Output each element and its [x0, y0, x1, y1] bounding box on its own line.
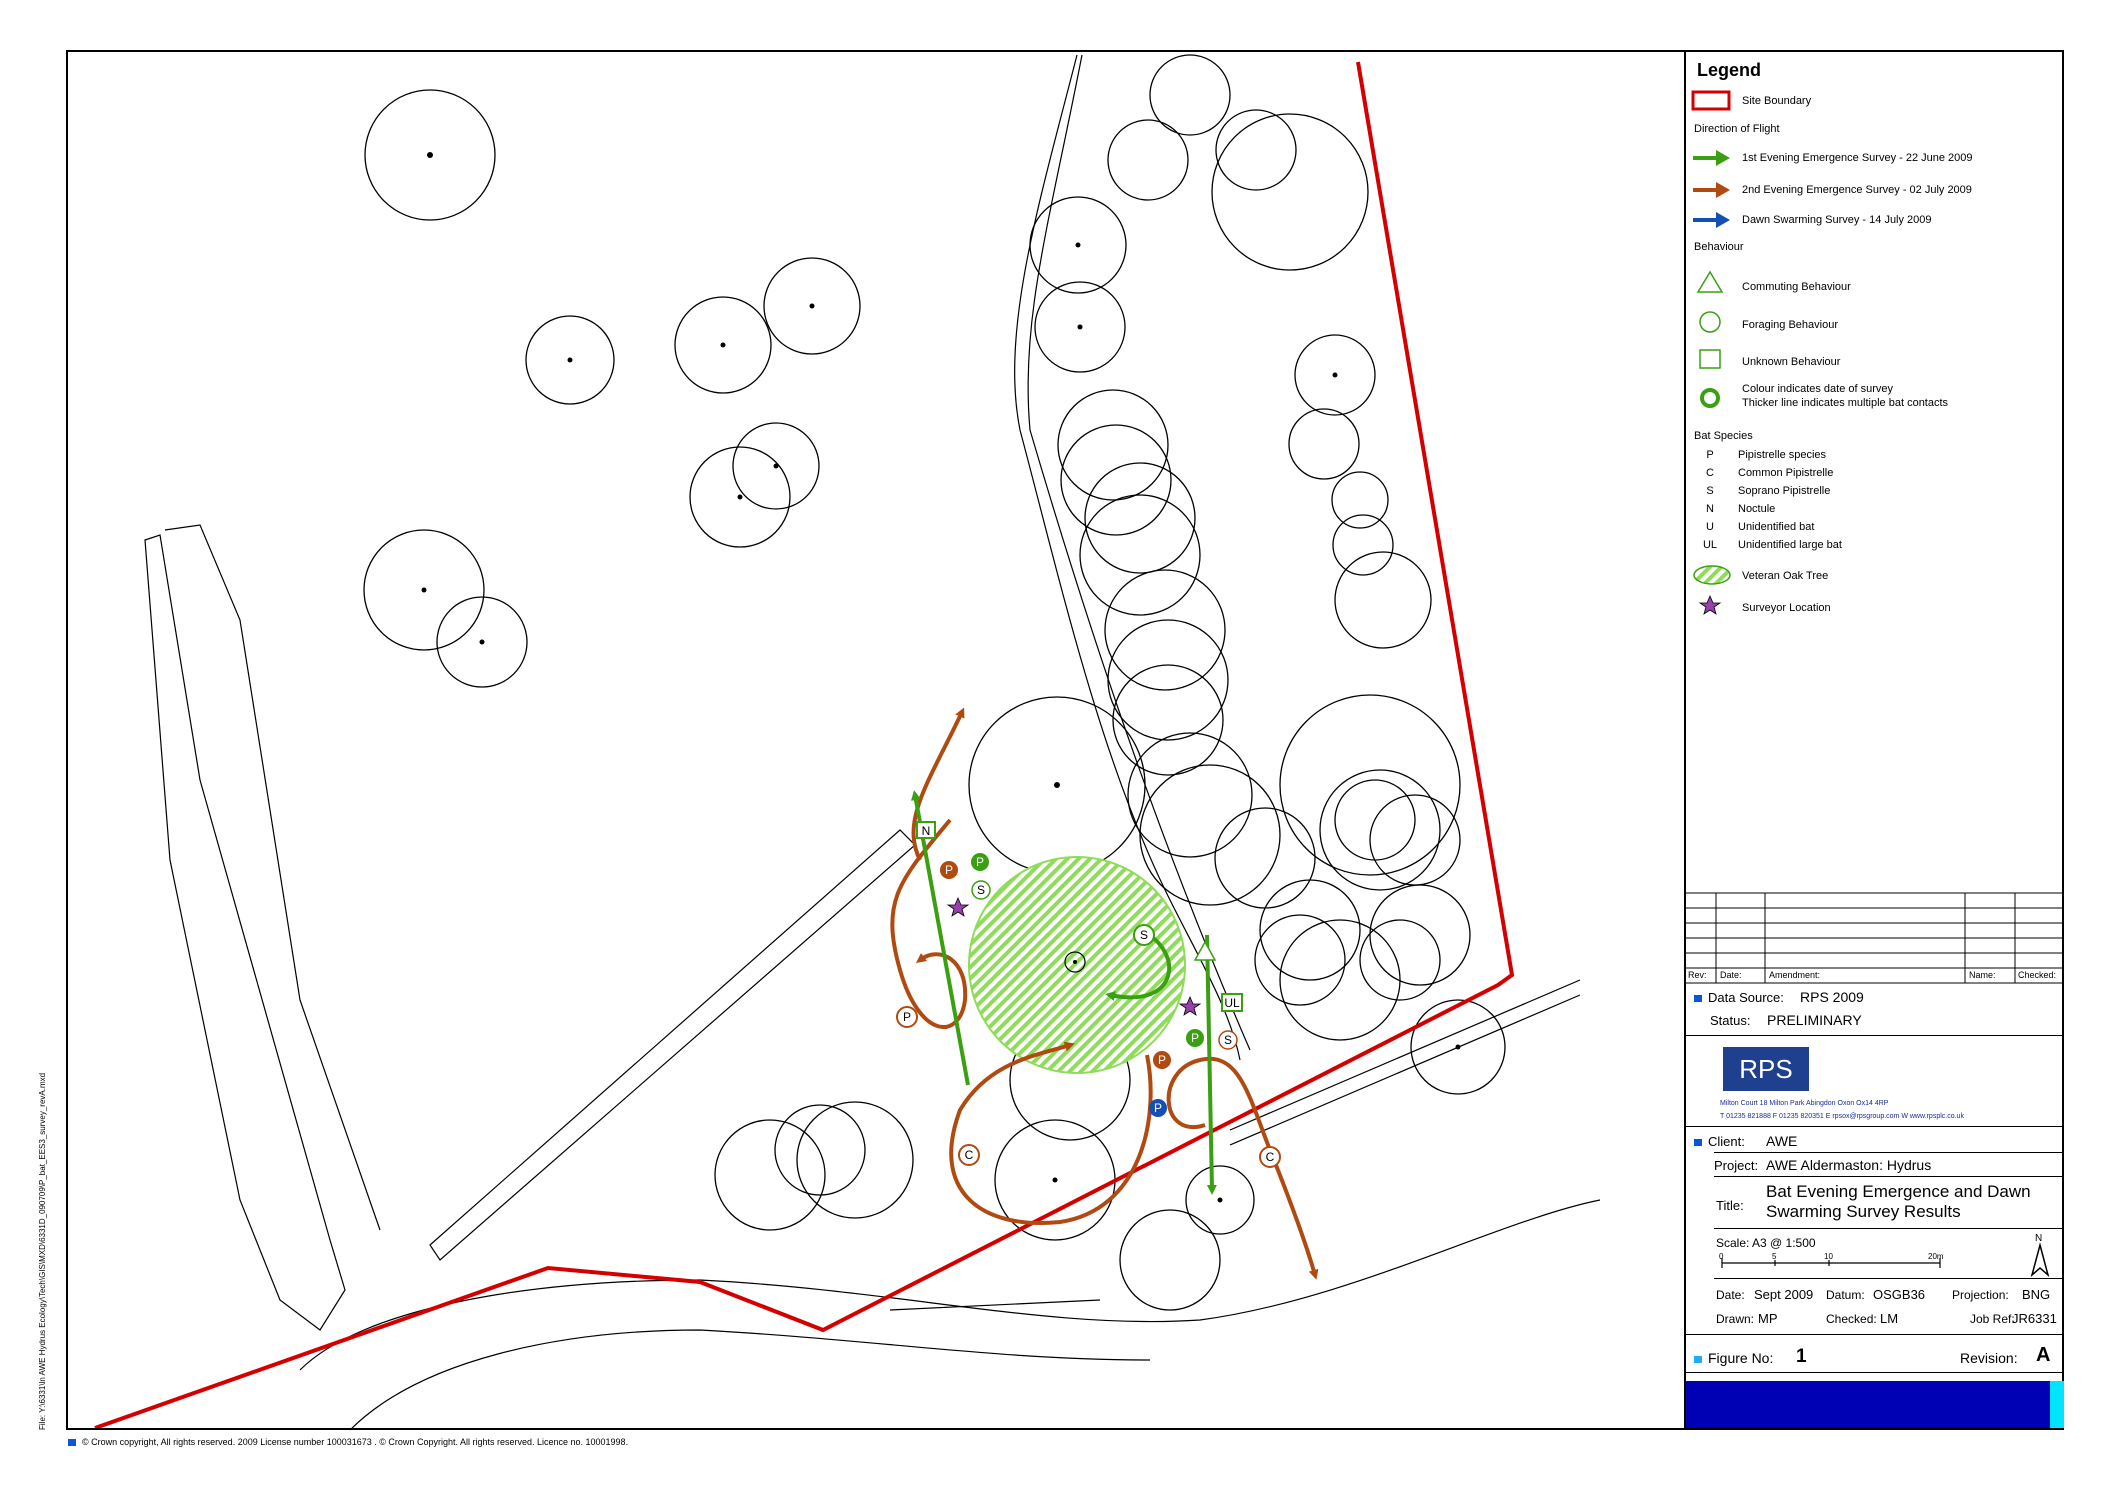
legend-species-header: Bat Species [1694, 430, 1753, 442]
title-block-bar [1686, 1381, 2050, 1428]
file-path: File: Y:\6331\ln AWE Hydrus Ecology\Tech… [38, 1072, 47, 1430]
scale-tick: 5 [1772, 1252, 1777, 1261]
checked-label: Checked: [1826, 1312, 1877, 1326]
job-ref-value: JR6331 [2012, 1311, 2057, 1326]
title-label: Title: [1716, 1198, 1744, 1213]
species-name: Common Pipistrelle [1738, 467, 1834, 479]
amendment-col: Amendment: [1769, 970, 1821, 980]
client-value: AWE [1766, 1133, 1798, 1149]
projection-value: BNG [2022, 1287, 2051, 1302]
species-code: U [1706, 521, 1714, 533]
species-name: Soprano Pipistrelle [1738, 485, 1831, 497]
legend-flight-1: 1st Evening Emergence Survey - 22 June 2… [1742, 152, 1973, 164]
title-line-1: Bat Evening Emergence and Dawn [1766, 1182, 2031, 1201]
legend-colour-note-2: Thicker line indicates multiple bat cont… [1742, 397, 1949, 409]
scale-tick: 20m [1928, 1252, 1944, 1261]
date-label: Date: [1716, 1288, 1745, 1302]
revision-value: A [2036, 1344, 2051, 1366]
species-code: S [1706, 485, 1714, 497]
project-label: Project: [1714, 1158, 1759, 1173]
north-label: N [2035, 1233, 2043, 1244]
species-name: Unidentified large bat [1738, 539, 1842, 551]
drawn-value: MP [1758, 1311, 1778, 1326]
legend-surveyor: Surveyor Location [1742, 602, 1831, 614]
projection-label: Projection: [1952, 1288, 2009, 1302]
project-value: AWE Aldermaston: Hydrus [1766, 1157, 1932, 1173]
data-source-label: Data Source: [1694, 990, 1784, 1005]
species-code: UL [1702, 539, 1718, 551]
figure-value: 1 [1796, 1346, 1807, 1367]
legend-foraging: Foraging Behaviour [1742, 319, 1839, 331]
scale-tick: 10 [1824, 1252, 1833, 1261]
data-source-value: RPS 2009 [1800, 989, 1864, 1005]
datum-value: OSGB36 [1873, 1287, 1926, 1302]
legend-commuting: Commuting Behaviour [1742, 281, 1851, 293]
checked-value: LM [1880, 1311, 1899, 1326]
species-code: N [1706, 503, 1714, 515]
legend-veteran-oak: Veteran Oak Tree [1742, 570, 1829, 582]
datum-label: Datum: [1826, 1288, 1865, 1302]
legend-flight-2: 2nd Evening Emergence Survey - 02 July 2… [1742, 184, 1972, 196]
bullet-icon [68, 1439, 76, 1447]
client-label: Client: [1694, 1134, 1745, 1149]
status-value: PRELIMINARY [1767, 1012, 1862, 1028]
status-label: Status: [1710, 1013, 1751, 1028]
species-code: C [1706, 467, 1714, 479]
legend-colour-note-1: Colour indicates date of survey [1742, 383, 1894, 395]
legend-panel [1684, 50, 2064, 1430]
species-name: Pipistrelle species [1738, 449, 1827, 461]
date-value: Sept 2009 [1754, 1287, 1814, 1302]
address-line-2: T 01235 821888 F 01235 820351 E rpsox@rp… [1720, 1113, 1964, 1120]
species-name: Noctule [1738, 503, 1776, 515]
legend-unknown: Unknown Behaviour [1742, 356, 1841, 368]
bullet-icon [1694, 1139, 1702, 1147]
date-col: Date: [1720, 970, 1742, 980]
title-block-accent [2050, 1381, 2064, 1428]
bullet-icon [1694, 1355, 1702, 1363]
address-line-1: Milton Court 18 Milton Park Abingdon Oxo… [1720, 1100, 1889, 1107]
revision-label: Revision: [1960, 1350, 2018, 1366]
figure-label: Figure No: [1694, 1350, 1773, 1366]
checked-col: Checked: [2018, 970, 2057, 980]
legend-flight-3: Dawn Swarming Survey - 14 July 2009 [1742, 214, 1932, 226]
name-col: Name: [1969, 970, 1996, 980]
drawn-label: Drawn: [1716, 1312, 1755, 1326]
rps-logo: RPS [1723, 1047, 1809, 1091]
scale-tick: 0 [1719, 1252, 1724, 1261]
legend-title: Legend [1697, 60, 1762, 80]
copyright-footer: © Crown copyright, All rights reserved. … [68, 1437, 628, 1447]
scale-label: Scale: A3 @ 1:500 [1716, 1236, 1816, 1250]
job-ref-label: Job Ref: [1970, 1312, 2015, 1326]
legend-site-boundary: Site Boundary [1742, 95, 1812, 107]
bullet-icon [1694, 995, 1702, 1003]
species-code: P [1706, 449, 1714, 461]
species-name: Unidentified bat [1738, 521, 1815, 533]
rev-col: Rev: [1688, 970, 1707, 980]
legend-behaviour-header: Behaviour [1694, 241, 1744, 253]
title-line-2: Swarming Survey Results [1766, 1202, 1961, 1221]
legend-direction-header: Direction of Flight [1694, 123, 1780, 135]
